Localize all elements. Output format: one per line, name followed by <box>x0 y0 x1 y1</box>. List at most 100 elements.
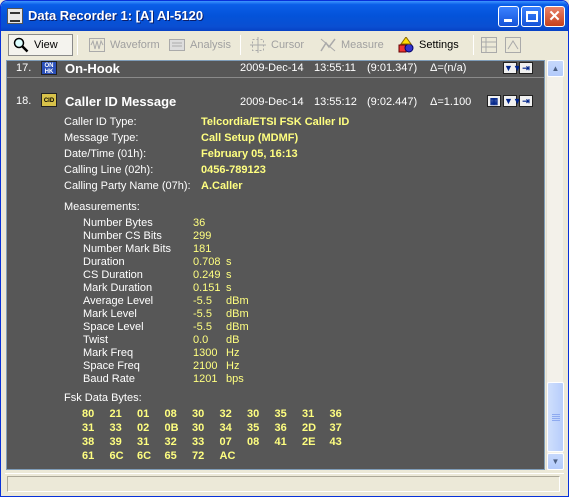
fsk-byte: 35 <box>247 422 260 434</box>
jump-to-icon[interactable]: ⇥ <box>519 95 533 107</box>
event-log-panel[interactable]: 17. ON HK On-Hook 2009-Dec-14 13:55:11 (… <box>6 60 545 470</box>
measurement-label: Baud Rate <box>83 373 135 385</box>
measurement-value: -5.5 <box>193 308 212 320</box>
measurement-label: Number CS Bits <box>83 230 162 242</box>
event-title: Caller ID Message <box>65 94 177 109</box>
measurement-unit: s <box>226 256 232 268</box>
fsk-byte: 36 <box>274 422 287 434</box>
fsk-byte: 31 <box>302 408 315 420</box>
toolbar-separator <box>77 35 78 55</box>
fsk-byte: 02 <box>137 422 150 434</box>
scroll-down-arrow-icon[interactable]: ▼ <box>547 453 564 470</box>
event-date: 2009-Dec-14 <box>240 96 304 108</box>
fsk-byte: 34 <box>219 422 232 434</box>
fsk-byte: 2D <box>302 422 317 434</box>
fsk-byte: 36 <box>329 408 342 420</box>
measurement-value: 2100 <box>193 360 218 372</box>
status-bar <box>5 473 564 493</box>
app-window: Data Recorder 1: [A] AI-5120 ✕ View Wave… <box>0 0 569 497</box>
measurement-value: 0.0 <box>193 334 209 346</box>
measurement-value: 1300 <box>193 347 218 359</box>
close-button[interactable]: ✕ <box>544 6 565 27</box>
fsk-byte: 38 <box>82 436 95 448</box>
fsk-byte: 30 <box>192 422 205 434</box>
grid-toggle-button[interactable] <box>477 34 501 56</box>
fsk-byte: 80 <box>82 408 95 420</box>
measurement-value: 0.151 <box>193 282 221 294</box>
toolbar-separator <box>240 35 241 55</box>
fsk-byte: 21 <box>109 408 122 420</box>
fsk-heading: Fsk Data Bytes: <box>64 392 142 404</box>
measurement-value: 181 <box>193 243 212 255</box>
jump-to-icon[interactable]: ⇥ <box>519 62 533 74</box>
measurement-unit: Hz <box>226 347 240 359</box>
fsk-byte: AC <box>219 450 236 462</box>
measurement-unit: s <box>226 282 232 294</box>
measurement-value: -5.5 <box>193 295 212 307</box>
settings-button[interactable]: Settings <box>394 34 469 56</box>
fsk-byte: 6C <box>137 450 152 462</box>
field-value: Telcordia/ETSI FSK Caller ID <box>201 116 350 128</box>
row-divider <box>7 77 544 78</box>
field-value: 0456-789123 <box>201 164 266 176</box>
binoculars-icon[interactable]: ▼▼ <box>503 95 522 107</box>
field-label: Calling Line (02h): <box>64 164 154 176</box>
event-offset: (9:01.347) <box>367 62 418 74</box>
maximize-icon <box>526 11 538 22</box>
binoculars-icon[interactable]: ▼▼ <box>503 62 522 74</box>
fsk-byte: 41 <box>274 436 287 448</box>
scroll-thumb[interactable] <box>547 382 564 452</box>
fsk-byte: 01 <box>137 408 150 420</box>
fsk-byte: 32 <box>219 408 232 420</box>
minimize-button[interactable] <box>498 6 519 27</box>
settings-label: Settings <box>419 39 459 51</box>
measurement-label: Space Level <box>83 321 144 333</box>
measurement-label: Number Bytes <box>83 217 153 229</box>
waveform-button[interactable]: Waveform <box>85 34 163 56</box>
measurement-unit: dBm <box>226 308 249 320</box>
measurement-value: 0.249 <box>193 269 221 281</box>
toolbar-separator <box>473 35 474 55</box>
analysis-icon <box>169 37 185 53</box>
caller-id-icon-label: CID <box>43 98 55 104</box>
measurement-label: Duration <box>83 256 125 268</box>
fsk-byte: 30 <box>192 408 205 420</box>
measurement-value: 36 <box>193 217 206 229</box>
grid-view-icon[interactable]: ▦ <box>487 95 501 107</box>
scroll-up-arrow-icon[interactable]: ▲ <box>547 60 564 77</box>
vertical-scrollbar[interactable]: ▲ ▼ <box>546 60 564 470</box>
title-bar[interactable]: Data Recorder 1: [A] AI-5120 ✕ <box>1 1 568 31</box>
on-hook-icon: ON HK <box>41 61 57 75</box>
view-button[interactable]: View <box>8 34 73 56</box>
zoom-toggle-button[interactable] <box>501 34 525 56</box>
app-icon[interactable] <box>7 8 23 24</box>
fsk-byte: 30 <box>247 408 260 420</box>
fsk-byte: 43 <box>329 436 342 448</box>
fsk-byte: 72 <box>192 450 205 462</box>
event-title: On-Hook <box>65 61 120 76</box>
fsk-byte: 31 <box>137 436 150 448</box>
analysis-button[interactable]: Analysis <box>165 34 235 56</box>
measure-label: Measure <box>341 39 384 51</box>
measurement-label: Average Level <box>83 295 154 307</box>
fsk-byte: 31 <box>82 422 95 434</box>
fsk-byte: 33 <box>192 436 205 448</box>
event-date: 2009-Dec-14 <box>240 62 304 74</box>
measurement-label: Number Mark Bits <box>83 243 172 255</box>
measure-icon <box>320 37 336 53</box>
fsk-byte: 37 <box>329 422 342 434</box>
field-label: Caller ID Type: <box>64 116 137 128</box>
window-title: Data Recorder 1: [A] AI-5120 <box>28 8 204 23</box>
measurement-unit: s <box>226 269 232 281</box>
measurement-unit: dBm <box>226 321 249 333</box>
measurement-value: 0.708 <box>193 256 221 268</box>
toolbar: View Waveform Analysis Cursor Measure Se… <box>5 32 564 58</box>
measurement-label: Mark Duration <box>83 282 153 294</box>
field-value: Call Setup (MDMF) <box>201 132 299 144</box>
maximize-button[interactable] <box>521 6 542 27</box>
cursor-button[interactable]: Cursor <box>246 34 310 56</box>
on-hook-icon-label: ON HK <box>44 63 54 75</box>
fsk-byte: 33 <box>109 422 122 434</box>
event-delta: Δ=1.100 <box>430 96 472 108</box>
measure-button[interactable]: Measure <box>316 34 390 56</box>
